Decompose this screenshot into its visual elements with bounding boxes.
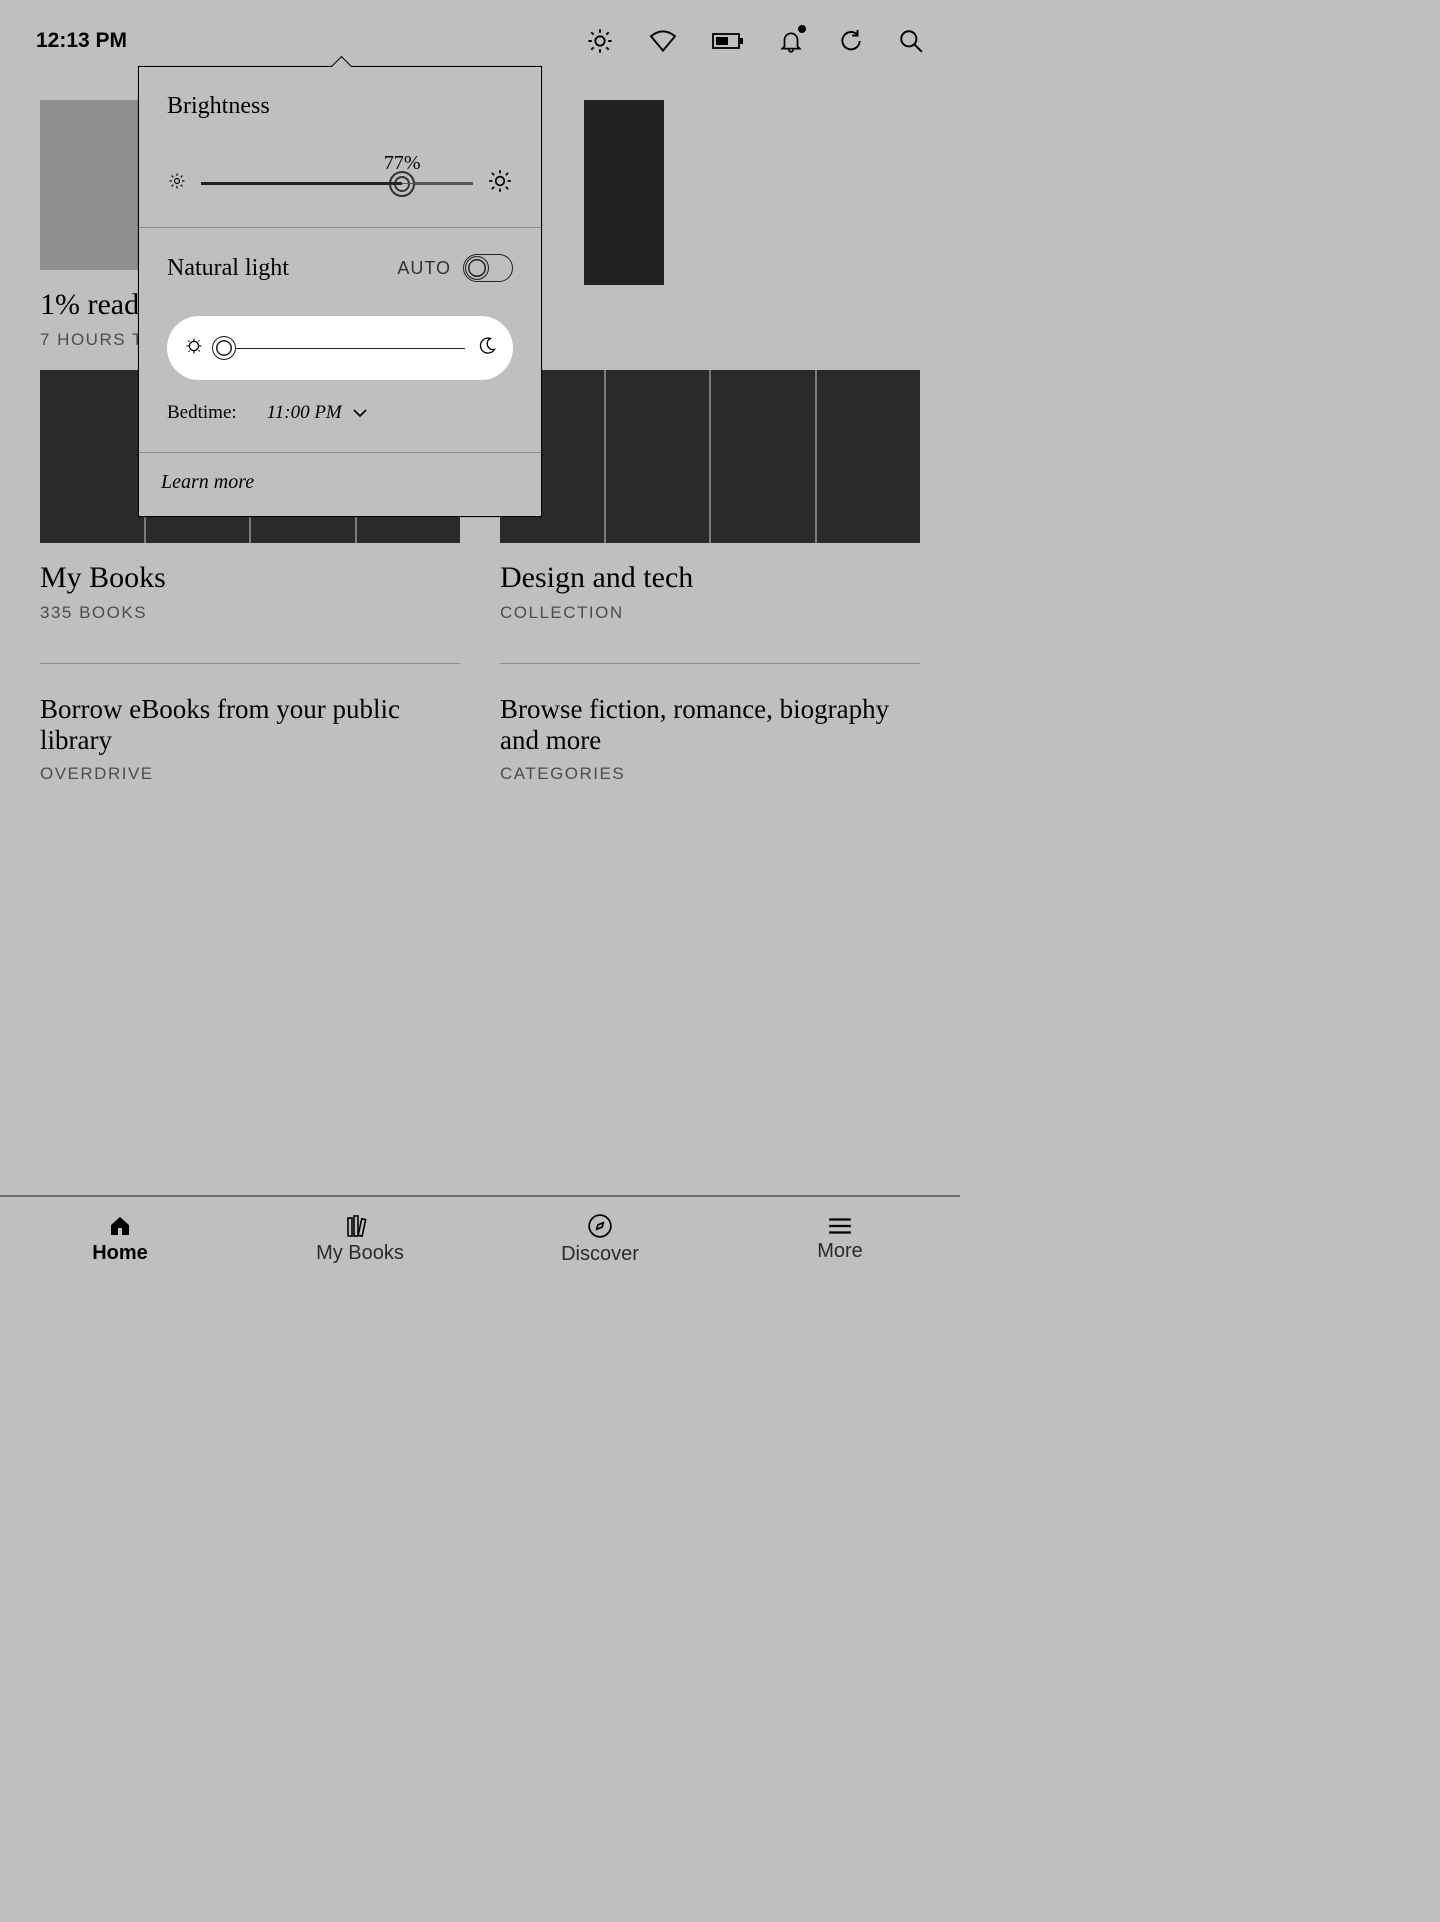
- collection-title: Design and tech: [500, 561, 920, 595]
- mybooks-count: 335 BOOKS: [40, 603, 460, 623]
- collection-card[interactable]: Design and tech COLLECTION: [500, 370, 920, 623]
- brightness-popover: Brightness 77%: [138, 66, 542, 517]
- sun-small-icon: [167, 171, 187, 196]
- brightness-track[interactable]: 77%: [201, 182, 473, 185]
- natural-light-slider[interactable]: [167, 316, 513, 380]
- moon-icon: [477, 336, 497, 361]
- nav-more[interactable]: More: [720, 1197, 960, 1281]
- natural-light-handle[interactable]: [212, 336, 236, 360]
- sync-icon[interactable]: [838, 28, 864, 54]
- natural-light-title: Natural light: [167, 255, 289, 282]
- mybooks-title: My Books: [40, 561, 460, 595]
- auto-label: AUTO: [397, 258, 451, 279]
- brightness-section: Brightness 77%: [139, 67, 541, 227]
- brightness-slider[interactable]: 77%: [167, 168, 513, 199]
- borrow-sub: OVERDRIVE: [40, 764, 460, 784]
- nav-home[interactable]: Home: [0, 1197, 240, 1281]
- nav-discover-label: Discover: [561, 1243, 639, 1266]
- nav-mybooks-label: My Books: [316, 1242, 404, 1265]
- search-icon[interactable]: [898, 28, 924, 54]
- status-icons: [586, 27, 924, 55]
- browse-sub: CATEGORIES: [500, 764, 920, 784]
- status-bar: 12:13 PM: [0, 0, 960, 70]
- sun-outline-icon: [183, 335, 205, 362]
- collection-sub: COLLECTION: [500, 603, 920, 623]
- bottom-nav: Home My Books Discover More: [0, 1195, 960, 1281]
- brightness-title: Brightness: [167, 93, 513, 120]
- brightness-icon[interactable]: [586, 27, 614, 55]
- browse-title[interactable]: Browse fiction, romance, biography and m…: [500, 694, 920, 756]
- nav-more-label: More: [817, 1240, 863, 1263]
- book-cover[interactable]: [584, 100, 664, 285]
- battery-icon[interactable]: [712, 31, 744, 51]
- bedtime-label: Bedtime:: [167, 402, 237, 424]
- chevron-down-icon: [352, 402, 368, 424]
- nav-home-label: Home: [92, 1242, 148, 1265]
- learn-more-link[interactable]: Learn more: [139, 453, 541, 516]
- natural-light-section: Natural light AUTO: [139, 228, 541, 452]
- bedtime-value[interactable]: 11:00 PM: [267, 402, 368, 424]
- nav-discover[interactable]: Discover: [480, 1197, 720, 1281]
- auto-toggle[interactable]: [463, 254, 513, 282]
- bell-icon[interactable]: [778, 27, 804, 55]
- nav-mybooks[interactable]: My Books: [240, 1197, 480, 1281]
- sun-large-icon: [487, 168, 513, 199]
- bedtime-row[interactable]: Bedtime: 11:00 PM: [167, 402, 513, 424]
- natural-light-track[interactable]: [217, 348, 465, 349]
- clock-label: 12:13 PM: [36, 29, 127, 53]
- borrow-title[interactable]: Borrow eBooks from your public library: [40, 694, 460, 756]
- wifi-icon[interactable]: [648, 29, 678, 53]
- bedtime-time-label: 11:00 PM: [267, 402, 342, 424]
